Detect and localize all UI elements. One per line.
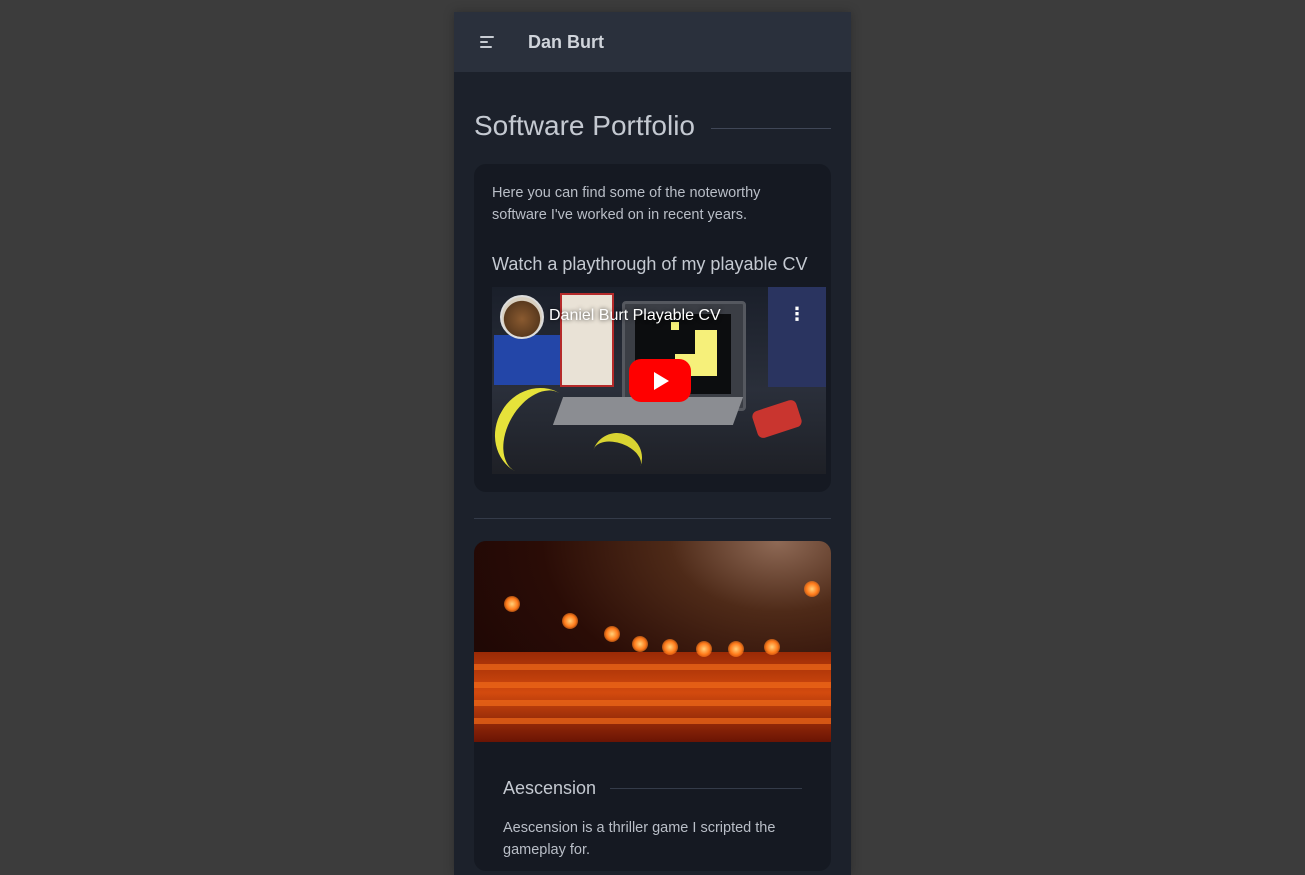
youtube-play-icon[interactable] bbox=[629, 359, 691, 402]
more-options-icon[interactable]: ⋮ bbox=[788, 305, 806, 323]
video-title[interactable]: Daniel Burt Playable CV bbox=[549, 307, 721, 325]
youtube-video-embed[interactable]: Daniel Burt Playable CV ⋮ bbox=[492, 287, 826, 474]
thumbnail-lamp bbox=[632, 636, 648, 652]
video-scene-banana bbox=[584, 425, 650, 474]
project-thumbnail[interactable] bbox=[474, 541, 831, 742]
thumbnail-lamp bbox=[562, 613, 578, 629]
intro-card: Here you can find some of the noteworthy… bbox=[474, 164, 831, 492]
video-scene-poster bbox=[494, 335, 562, 385]
site-viewport: Dan Burt Software Portfolio Here you can… bbox=[454, 12, 851, 875]
thumbnail-seat-row bbox=[474, 664, 831, 670]
main-content: Software Portfolio Here you can find som… bbox=[454, 110, 851, 871]
thumbnail-seat-row bbox=[474, 718, 831, 724]
section-divider bbox=[474, 518, 831, 519]
thumbnail-lamp bbox=[764, 639, 780, 655]
heading-divider bbox=[711, 127, 831, 129]
thumbnail-lamp bbox=[662, 639, 678, 655]
page-heading-row: Software Portfolio bbox=[474, 110, 831, 142]
page-title: Software Portfolio bbox=[474, 110, 695, 141]
thumbnail-lamp bbox=[504, 596, 520, 612]
screen-block bbox=[695, 330, 717, 376]
thumbnail-lamp bbox=[728, 641, 744, 657]
project-title-divider bbox=[610, 788, 802, 789]
video-heading: Watch a playthrough of my playable CV bbox=[492, 254, 808, 274]
thumbnail-lamp bbox=[804, 581, 820, 597]
project-heading-row: Aescension bbox=[503, 778, 802, 799]
thumbnail-seat-row bbox=[474, 700, 831, 706]
site-title[interactable]: Dan Burt bbox=[528, 32, 604, 53]
thumbnail-seat-row bbox=[474, 682, 831, 688]
video-scene-shelf bbox=[768, 287, 826, 387]
video-scene-banana bbox=[492, 372, 596, 474]
video-scene-can bbox=[750, 398, 804, 440]
thumbnail-lamp bbox=[604, 626, 620, 642]
project-body: Aescension Aescension is a thriller game… bbox=[474, 742, 831, 871]
project-card: Aescension Aescension is a thriller game… bbox=[474, 541, 831, 871]
hamburger-menu-icon[interactable] bbox=[480, 36, 494, 48]
top-navbar: Dan Burt bbox=[454, 12, 851, 72]
intro-text: Here you can find some of the noteworthy… bbox=[492, 185, 761, 223]
thumbnail-lamp bbox=[696, 641, 712, 657]
project-description: Aescension is a thriller game I scripted… bbox=[503, 820, 776, 858]
channel-avatar[interactable] bbox=[500, 295, 544, 339]
project-title: Aescension bbox=[503, 778, 597, 798]
